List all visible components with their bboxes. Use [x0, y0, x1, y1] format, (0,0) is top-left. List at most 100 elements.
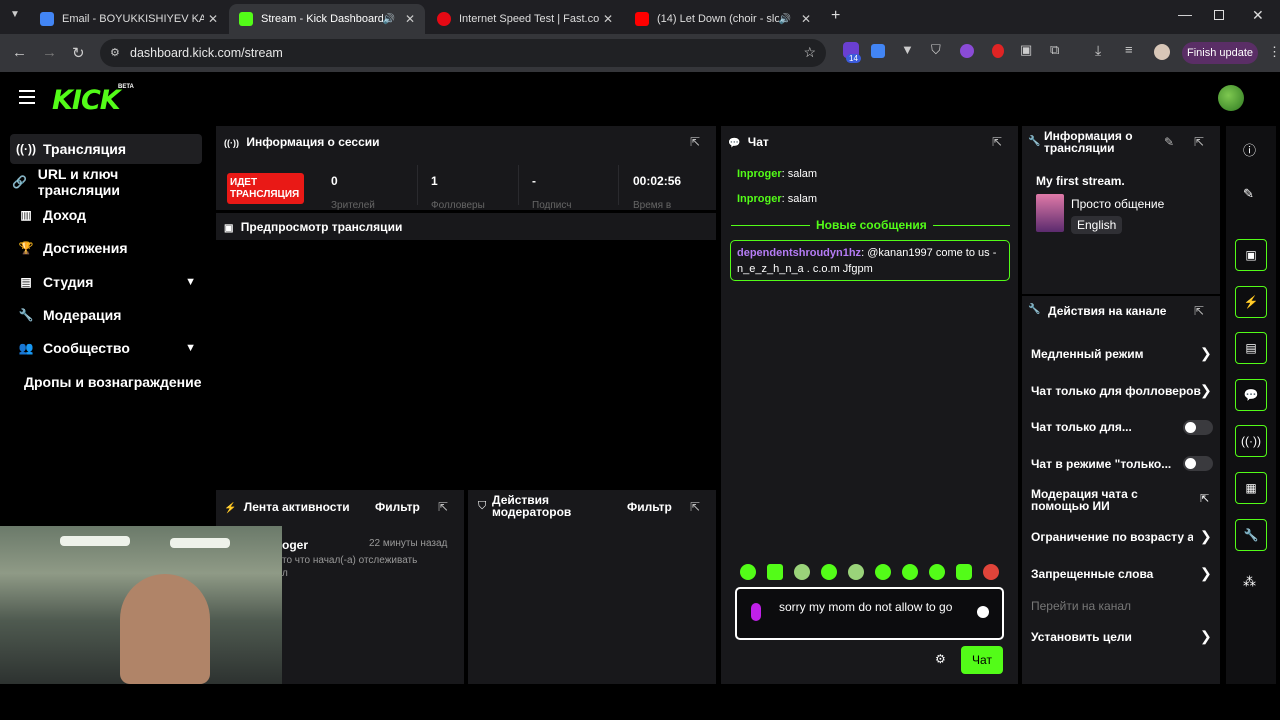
close-tab-icon[interactable]: ✕	[599, 12, 617, 26]
emote-icon[interactable]	[794, 564, 810, 580]
sidebar-item-income[interactable]: ▥ Доход	[10, 200, 202, 230]
url-field[interactable]: ⚙ dashboard.kick.com/stream ☆	[100, 39, 826, 67]
close-tab-icon[interactable]: ✕	[204, 12, 222, 26]
emote-icon[interactable]	[740, 564, 756, 580]
notes-toggle-button[interactable]: ▤	[1235, 332, 1267, 364]
reload-icon[interactable]: ↻	[72, 44, 85, 62]
profile-avatar[interactable]	[1154, 44, 1170, 60]
chat-toggle-button[interactable]: 💬	[1235, 379, 1267, 411]
sidebar-item-community[interactable]: 👥 Сообщество ▼	[10, 333, 202, 363]
edit-pencil-icon[interactable]: ✎	[1243, 186, 1254, 202]
user-avatar[interactable]	[1218, 85, 1244, 111]
finish-update-button[interactable]: Finish update	[1182, 42, 1258, 64]
preview-toggle-button[interactable]: ▣	[1235, 239, 1267, 271]
color-extension-icon[interactable]	[960, 44, 974, 58]
forward-icon[interactable]: →	[42, 44, 57, 61]
chevron-right-icon[interactable]: ❯	[1200, 528, 1212, 545]
microphone-icon[interactable]	[751, 603, 761, 621]
emote-icon[interactable]	[848, 564, 864, 580]
age-restriction-action[interactable]: Ограничение по возрасту а	[1031, 530, 1193, 544]
slow-mode-action[interactable]: Медленный режим	[1031, 347, 1144, 361]
emote-only-toggle[interactable]	[1183, 456, 1213, 471]
stream-preview-video[interactable]	[216, 240, 716, 486]
minimize-icon[interactable]: —	[1178, 6, 1192, 22]
kick-logo[interactable]: KICK	[52, 85, 121, 116]
browser-menu-icon[interactable]: ⋮	[1268, 44, 1280, 60]
mod-actions-filter-button[interactable]: Фильтр	[627, 500, 672, 514]
chat-settings-icon[interactable]: ⚙	[935, 652, 946, 666]
vpn-icon[interactable]: ▼	[901, 42, 914, 57]
chevron-right-icon[interactable]: ❯	[1200, 565, 1212, 582]
popout-icon[interactable]: ⇱	[992, 135, 1002, 149]
ai-moderation-action[interactable]: Модерация чата с помощью ИИ	[1031, 488, 1171, 512]
subscribers-only-toggle[interactable]	[1183, 420, 1213, 435]
record-extension-icon[interactable]	[992, 44, 1004, 58]
new-tab-icon[interactable]: +	[831, 7, 840, 25]
maximize-icon[interactable]	[1214, 10, 1224, 20]
sidebar-item-achievements[interactable]: 🏆 Достижения	[10, 233, 202, 263]
chevron-right-icon[interactable]: ❯	[1200, 382, 1212, 399]
close-tab-icon[interactable]: ✕	[797, 12, 815, 26]
popout-icon[interactable]: ⇱	[438, 500, 448, 514]
tab-email[interactable]: Email - BOYUKKISHIYEV KANAN ✕	[30, 4, 228, 34]
extensions-puzzle-icon[interactable]: ⧉	[1050, 42, 1059, 58]
activity-toggle-button[interactable]: ⚡	[1235, 286, 1267, 318]
tab-kick-dashboard[interactable]: Stream - Kick Dashboard 🔊 ✕	[229, 4, 425, 34]
download-icon[interactable]: ⤓	[1095, 42, 1101, 59]
chat-send-button[interactable]: Чат	[961, 646, 1003, 674]
emote-icon[interactable]	[983, 564, 999, 580]
emote-icon[interactable]	[929, 564, 945, 580]
sidebar-item-studio[interactable]: ▤ Студия ▼	[10, 267, 202, 297]
category-thumbnail[interactable]	[1036, 194, 1064, 232]
info-icon[interactable]: ⓘ	[1243, 140, 1256, 159]
camera-icon[interactable]: ▣	[1020, 42, 1032, 58]
activity-filter-button[interactable]: Фильтр	[375, 500, 420, 514]
tab-youtube[interactable]: (14) Let Down (choir - slow 🔊 ✕	[625, 4, 821, 34]
apps-icon[interactable]: ⁂	[1243, 574, 1256, 590]
sidebar-item-drops[interactable]: Дропы и вознаграждение	[24, 367, 214, 397]
translate-icon[interactable]	[871, 44, 885, 58]
emoji-icon[interactable]	[977, 606, 989, 618]
category-name[interactable]: Просто общение	[1071, 197, 1164, 211]
popout-icon[interactable]: ⇱	[1194, 135, 1204, 149]
chevron-down-icon[interactable]: ▼	[185, 276, 196, 288]
go-to-channel-action[interactable]: Перейти на канал	[1031, 599, 1131, 613]
banned-words-action[interactable]: Запрещенные слова	[1031, 567, 1153, 581]
chevron-down-icon[interactable]: ▼	[185, 342, 196, 354]
tools-toggle-button[interactable]: 🔧	[1235, 519, 1267, 551]
tab-search-icon[interactable]: ▼	[10, 9, 20, 20]
highlighted-message[interactable]: dependentshroudyn1hz: @kanan1997 come to…	[730, 240, 1010, 281]
popout-icon[interactable]: ⇱	[1194, 304, 1204, 318]
emote-icon[interactable]	[821, 564, 837, 580]
set-goals-action[interactable]: Установить цели	[1031, 630, 1132, 644]
popout-icon[interactable]: ⇱	[690, 500, 700, 514]
edit-pencil-icon[interactable]: ✎	[1164, 135, 1174, 149]
chat-username[interactable]: dependentshroudyn1hz	[737, 247, 861, 259]
close-tab-icon[interactable]: ✕	[401, 12, 419, 26]
followers-only-action[interactable]: Чат только для фолловеров	[1031, 384, 1201, 398]
new-messages-label[interactable]: Новые сообщения	[810, 218, 933, 232]
emote-icon[interactable]	[956, 564, 972, 580]
emote-icon[interactable]	[902, 564, 918, 580]
close-window-icon[interactable]: ✕	[1252, 7, 1264, 24]
emote-icon[interactable]	[875, 564, 891, 580]
media-toggle-button[interactable]: ▦	[1235, 472, 1267, 504]
back-icon[interactable]: ←	[12, 44, 27, 61]
chevron-right-icon[interactable]: ❯	[1200, 628, 1212, 645]
broadcast-toggle-button[interactable]: ((·))	[1235, 425, 1267, 457]
chat-message[interactable]: Inproger: salam	[737, 168, 817, 180]
media-control-icon[interactable]: ≡	[1125, 42, 1133, 57]
speaker-icon[interactable]: 🔊	[779, 14, 791, 25]
chevron-right-icon[interactable]: ❯	[1200, 345, 1212, 362]
speaker-icon[interactable]: 🔊	[383, 14, 395, 25]
sidebar-item-moderation[interactable]: 🔧 Модерация	[10, 300, 202, 330]
hamburger-menu-icon[interactable]	[19, 90, 35, 104]
shield-icon[interactable]: ⛉	[931, 42, 941, 58]
tab-fast[interactable]: Internet Speed Test | Fast.com ✕	[427, 4, 623, 34]
chat-message[interactable]: Inproger: salam	[737, 193, 817, 205]
chat-username[interactable]: Inproger	[737, 168, 782, 180]
chat-username[interactable]: Inproger	[737, 193, 782, 205]
chat-input[interactable]: sorry my mom do not allow to go	[735, 587, 1004, 640]
emote-icon[interactable]	[767, 564, 783, 580]
site-info-icon[interactable]: ⚙	[110, 46, 120, 59]
